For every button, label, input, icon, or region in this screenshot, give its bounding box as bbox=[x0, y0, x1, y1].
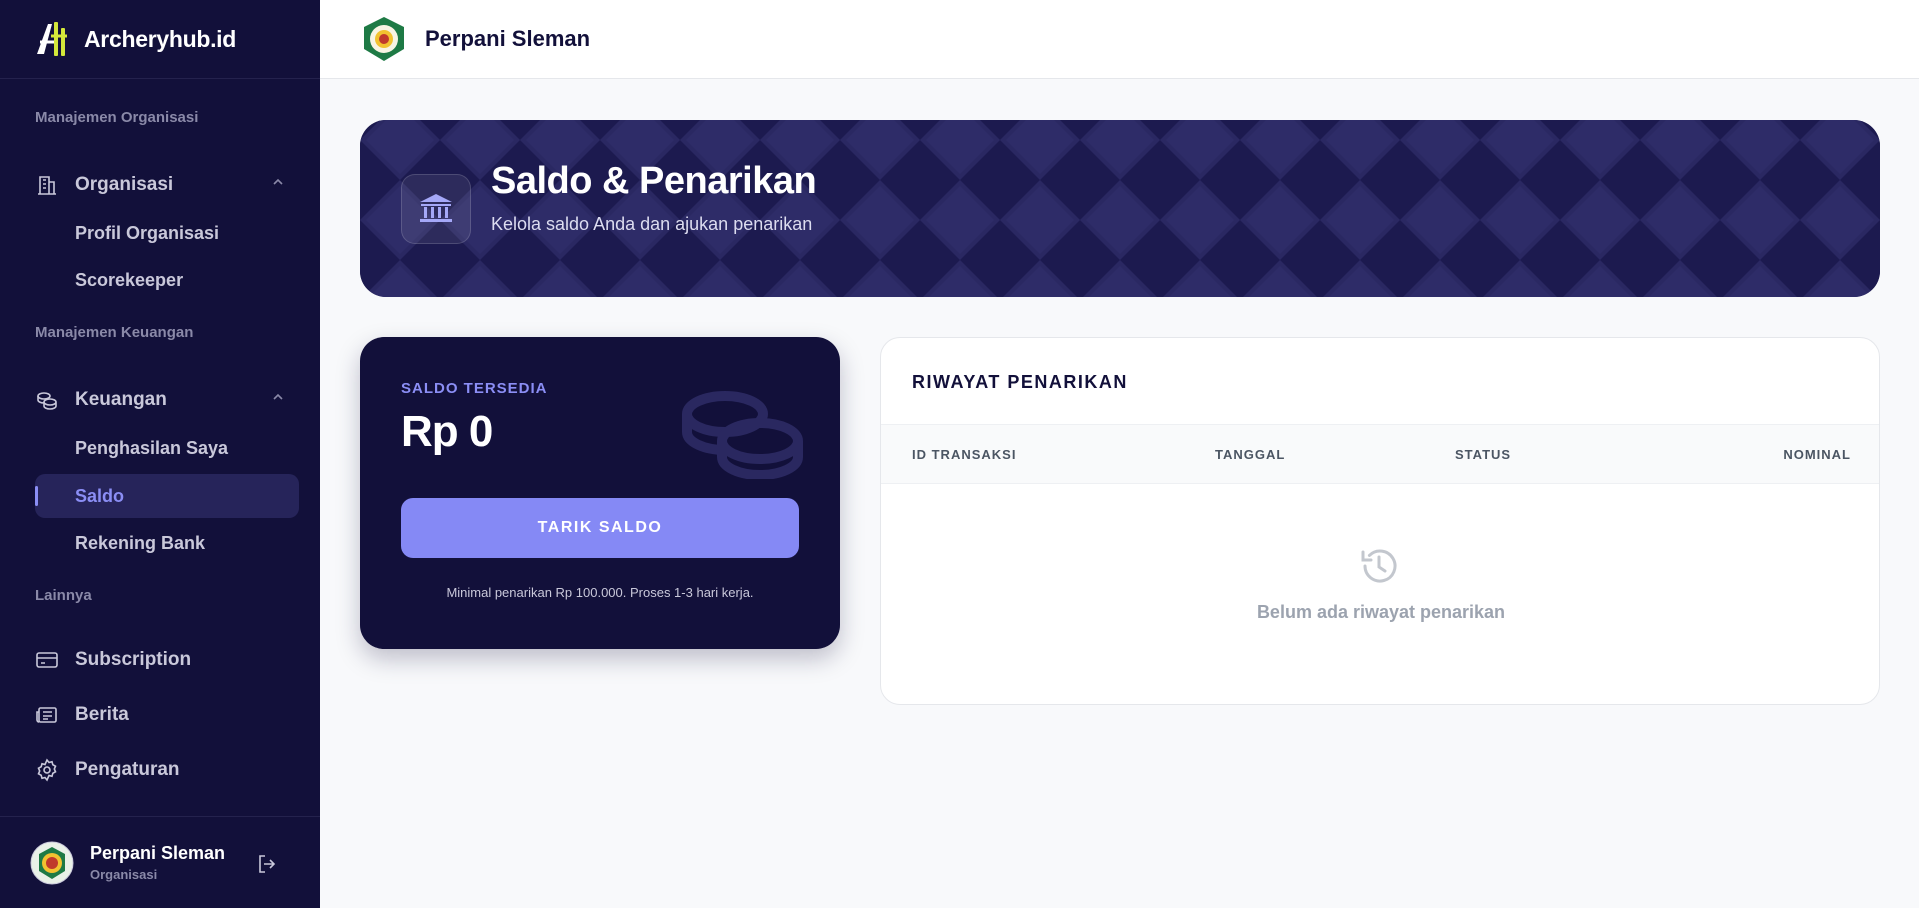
column-header-id-transaksi: ID TRANSAKSI bbox=[912, 447, 1017, 462]
nav-subscription-label: Subscription bbox=[75, 649, 192, 670]
section-label-organisasi: Manajemen Organisasi bbox=[35, 109, 199, 126]
balance-card: SALDO TERSEDIA Rp 0 TARIK SALDO Minimal … bbox=[360, 337, 840, 649]
balance-label: SALDO TERSEDIA bbox=[401, 380, 548, 397]
withdraw-note: Minimal penarikan Rp 100.000. Proses 1-3… bbox=[446, 585, 754, 600]
credit-card-icon bbox=[35, 648, 59, 672]
page-subtitle: Kelola saldo Anda dan ajukan penarikan bbox=[491, 214, 813, 234]
brand[interactable]: Archeryhub.id bbox=[0, 0, 320, 79]
sidebar-item-profil-organisasi[interactable]: Profil Organisasi bbox=[35, 211, 299, 255]
history-title: RIWAYAT PENARIKAN bbox=[912, 372, 1128, 392]
nav-keuangan[interactable]: Keuangan bbox=[35, 378, 299, 422]
brand-name: Archeryhub.id bbox=[84, 25, 237, 52]
archery-logo-icon bbox=[37, 22, 67, 56]
organization-logo bbox=[364, 17, 404, 61]
user-profile: Perpani Sleman Organisasi bbox=[0, 816, 320, 908]
chevron-up-icon[interactable] bbox=[271, 175, 285, 189]
nav-berita[interactable]: Berita bbox=[35, 693, 299, 737]
user-name: Perpani Sleman bbox=[90, 843, 226, 863]
gear-icon bbox=[35, 758, 59, 782]
coins-icon bbox=[682, 391, 803, 479]
topbar-title: Perpani Sleman bbox=[425, 26, 591, 51]
nav-keuangan-label: Keuangan bbox=[75, 389, 167, 410]
sidebar-item-scorekeeper[interactable]: Scorekeeper bbox=[35, 258, 299, 302]
column-header-status: STATUS bbox=[1455, 447, 1512, 462]
nav-pengaturan[interactable]: Pengaturan bbox=[35, 748, 299, 792]
chevron-up-icon[interactable] bbox=[271, 390, 285, 404]
nav-organisasi[interactable]: Organisasi bbox=[35, 163, 299, 207]
empty-state-text: Belum ada riwayat penarikan bbox=[1256, 602, 1506, 622]
withdrawal-history-card: RIWAYAT PENARIKAN ID TRANSAKSI TANGGAL S… bbox=[880, 337, 1880, 705]
page-title: Saldo & Penarikan bbox=[491, 160, 817, 202]
sidebar: Archeryhub.id Manajemen Organisasi Organ… bbox=[0, 0, 320, 908]
column-header-nominal: NOMINAL bbox=[1783, 447, 1851, 462]
page-header-banner: Saldo & Penarikan Kelola saldo Anda dan … bbox=[360, 120, 1880, 297]
logout-icon[interactable] bbox=[256, 853, 278, 875]
nav-berita-label: Berita bbox=[75, 704, 129, 725]
sidebar-item-rekening-bank[interactable]: Rekening Bank bbox=[35, 521, 299, 565]
balance-value: Rp 0 bbox=[401, 407, 493, 456]
nav-subscription[interactable]: Subscription bbox=[35, 638, 299, 682]
sidebar-item-saldo[interactable]: Saldo bbox=[35, 474, 299, 518]
column-header-tanggal: TANGGAL bbox=[1215, 447, 1286, 462]
user-role: Organisasi bbox=[90, 867, 158, 882]
nav-organisasi-label: Organisasi bbox=[75, 174, 174, 195]
nav-pengaturan-label: Pengaturan bbox=[75, 759, 180, 780]
diamond-pattern bbox=[360, 120, 1880, 297]
coins-icon bbox=[35, 388, 59, 412]
table-header: ID TRANSAKSI TANGGAL STATUS NOMINAL bbox=[881, 424, 1879, 484]
section-label-keuangan: Manajemen Keuangan bbox=[35, 324, 194, 341]
avatar[interactable] bbox=[30, 841, 74, 885]
building-icon bbox=[35, 173, 59, 197]
section-label-lainnya: Lainnya bbox=[35, 587, 92, 604]
newspaper-icon bbox=[35, 703, 59, 727]
withdraw-button[interactable]: TARIK SALDO bbox=[401, 498, 799, 558]
topbar: Perpani Sleman bbox=[320, 0, 1919, 79]
sidebar-item-penghasilan-saya[interactable]: Penghasilan Saya bbox=[35, 426, 299, 470]
history-icon bbox=[1361, 549, 1397, 583]
user-info: Perpani Sleman Organisasi bbox=[90, 843, 225, 882]
bank-icon bbox=[401, 174, 471, 244]
